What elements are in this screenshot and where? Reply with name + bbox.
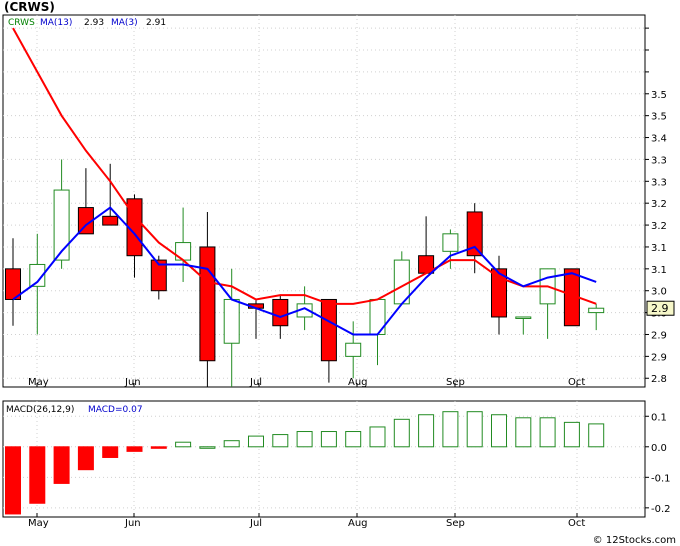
macd-x-label: Sep [446, 518, 465, 529]
macd-bar-positive [175, 441, 192, 448]
macd-bar-negative [53, 446, 70, 484]
legend-ma3-label: MA(3) [111, 18, 138, 28]
macd-bar-positive [393, 418, 410, 448]
candle-up [53, 189, 70, 261]
macd-bar-negative [102, 446, 119, 458]
legend-ticker: CRWS [8, 18, 35, 28]
price-tick-label: 3.5 [651, 90, 667, 101]
candle-up [223, 298, 240, 344]
macd-bar-positive [345, 431, 362, 448]
macd-tick-label: -0.2 [651, 504, 671, 515]
macd-bar-negative [29, 446, 46, 504]
candle-down [272, 298, 289, 327]
macd-tick-label: 0.1 [651, 412, 667, 423]
macd-bar-negative [77, 446, 94, 471]
macd-bar-positive [563, 421, 580, 448]
price-tick-label: 2.8 [651, 374, 667, 385]
price-tick-label: 3.4 [651, 134, 667, 145]
macd-bar-negative [5, 446, 21, 515]
macd-x-label: Oct [568, 518, 585, 529]
macd-bar-positive [442, 411, 459, 448]
copyright-footer: © 12Stocks.com [592, 535, 676, 546]
price-tick-label: 3.3 [651, 177, 667, 188]
macd-bar-positive [248, 435, 264, 448]
price-tick-label: 2.9 [651, 330, 667, 341]
macd-bar-positive [588, 423, 605, 448]
candle-up [442, 233, 459, 252]
candle-down [320, 298, 337, 362]
macd-bar-positive [223, 440, 240, 448]
candle-up [345, 342, 362, 357]
price-tick-label: 3.2 [651, 199, 667, 210]
macd-tick-label: 0.0 [651, 443, 667, 454]
macd-bar-positive [296, 431, 313, 448]
candle-down [102, 215, 119, 226]
macd-bar-positive [199, 446, 216, 449]
macd-x-label: Jul [249, 518, 262, 529]
candle-up [588, 307, 605, 314]
price-tick-label: 2.9 [651, 352, 667, 363]
price-x-label: May [28, 377, 49, 388]
macd-bar-negative [126, 446, 143, 452]
price-tick-label: 3.2 [651, 221, 667, 232]
price-x-label: Jul [249, 377, 262, 388]
macd-bar-positive [418, 414, 435, 448]
macd-bar-positive [539, 417, 556, 448]
legend-ma13-label: MA(13) [40, 18, 72, 28]
price-x-label: Oct [568, 377, 585, 388]
macd-legend-label: MACD(26,12,9) [6, 405, 74, 415]
price-x-label: Jun [124, 377, 141, 388]
price-tick-label: 3.5 [651, 112, 667, 123]
last-price-value: 2.9 [651, 302, 669, 315]
price-tick-label: 3.1 [651, 243, 667, 254]
macd-bar-positive [515, 417, 532, 448]
price-tick-label: 3.1 [651, 265, 667, 276]
macd-tick-label: -0.1 [651, 473, 671, 484]
macd-legend-value: MACD=0.07 [88, 405, 143, 415]
legend-ma3-value: 2.91 [146, 18, 166, 28]
macd-bar-positive [320, 431, 337, 448]
price-x-label: Aug [348, 377, 368, 388]
price-tick-label: 3.3 [651, 155, 667, 166]
macd-x-label: Aug [348, 518, 368, 529]
macd-bar-negative [150, 446, 167, 449]
candle-down [199, 246, 216, 362]
macd-bar-positive [272, 434, 289, 448]
macd-bar-positive [491, 414, 507, 448]
legend-ma13-value: 2.93 [84, 18, 104, 28]
chart-canvas: 2.82.92.93.03.03.13.13.23.23.33.33.43.53… [2, 14, 675, 529]
macd-bar-positive [466, 411, 483, 448]
macd-bar-positive [369, 426, 386, 448]
macd-x-label: May [28, 518, 49, 529]
price-tick-label: 3.0 [651, 287, 667, 298]
macd-x-label: Jun [124, 518, 141, 529]
price-x-label: Sep [446, 377, 465, 388]
candle-up [515, 316, 532, 319]
